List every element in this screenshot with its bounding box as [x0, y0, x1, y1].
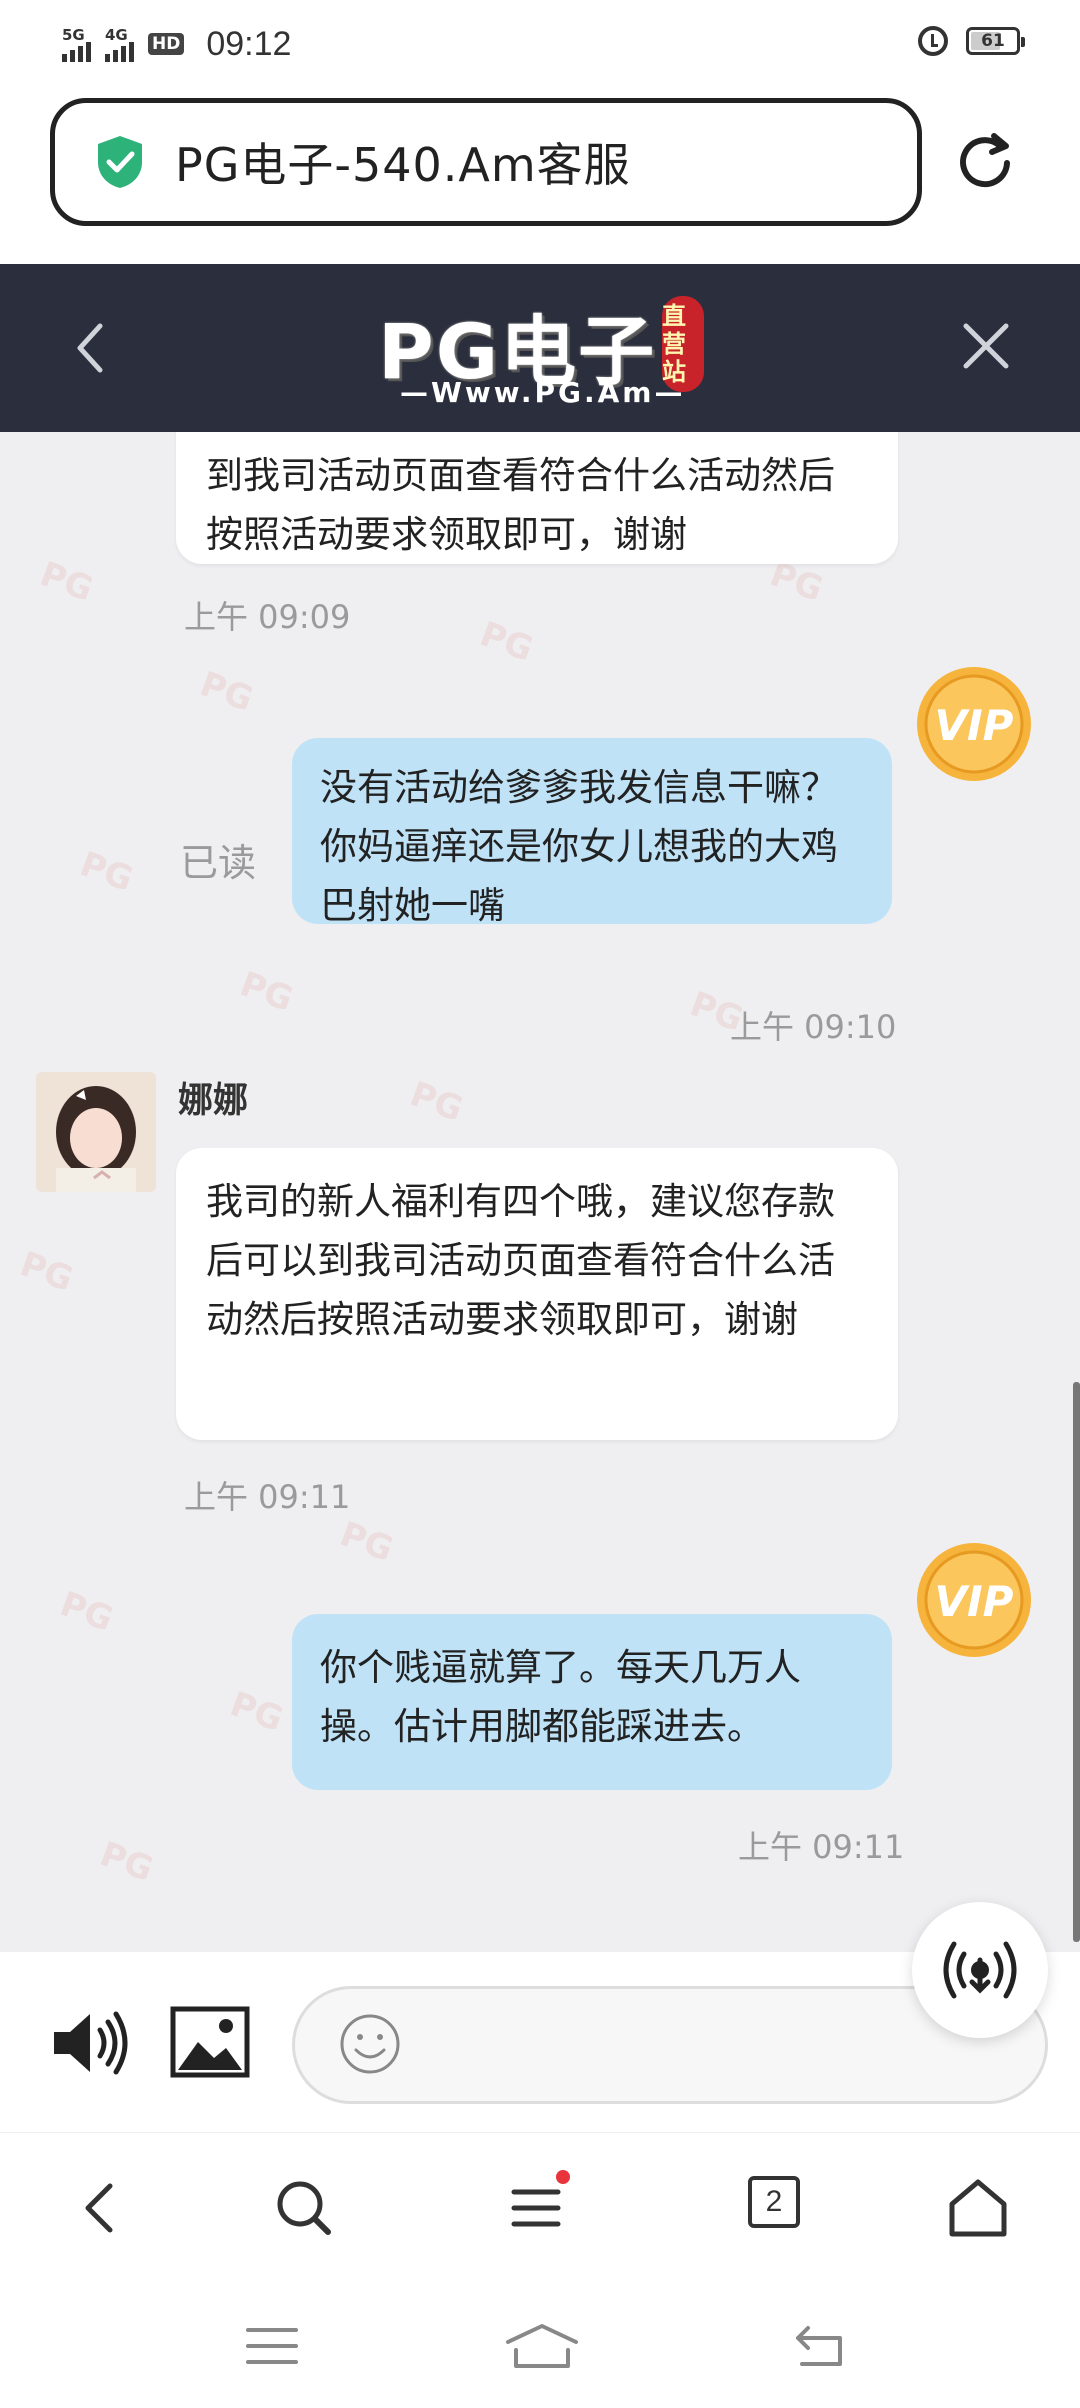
read-status: 已读 — [180, 841, 257, 885]
page-title: PG电子-540.Am客服 — [175, 138, 631, 192]
watermark: PG — [74, 844, 139, 900]
system-back-icon[interactable] — [790, 2320, 850, 2372]
image-icon[interactable] — [170, 2006, 250, 2078]
site-logo: PG电子 —Www.PG.Am— 直营站 — [370, 290, 710, 410]
menu-button[interactable] — [506, 2170, 570, 2240]
voice-wave-icon — [943, 1941, 1017, 1999]
message-bubble-outgoing[interactable]: 你个贱逼就算了。每天几万人操。估计用脚都能踩进去。 — [292, 1614, 892, 1790]
chevron-left-icon[interactable] — [70, 316, 110, 380]
refresh-icon[interactable] — [950, 128, 1020, 198]
voice-wave-button[interactable] — [912, 1902, 1048, 2038]
address-bar[interactable]: PG电子-540.Am客服 — [50, 98, 922, 226]
signal-4g-icon: 4G — [105, 26, 134, 62]
hd-voice-icon: HD — [148, 33, 185, 55]
battery-level: 61 — [981, 31, 1005, 51]
status-bar: 5G 4G HD 09:12 61 — [0, 0, 1080, 88]
watermark: PG — [54, 1584, 119, 1640]
tabs-button[interactable]: 2 — [748, 2176, 812, 2240]
message-bubble-incoming[interactable]: 我司的新人福利有四个哦，建议您存款后可以到我司活动页面查看符合什么活动然后按照活… — [176, 1148, 898, 1440]
logo-badge: 直营站 — [662, 296, 704, 392]
chat-area[interactable]: PG PG PG PG PG PG PG PG PG PG PG PG PG P… — [0, 432, 1080, 1952]
message-bubble-incoming[interactable]: 到我司活动页面查看符合什么活动然后按照活动要求领取即可，谢谢 — [176, 432, 898, 564]
close-icon[interactable] — [960, 320, 1012, 372]
watermark: PG — [194, 664, 259, 720]
recent-apps-icon[interactable] — [242, 2320, 302, 2372]
status-time: 09:12 — [206, 24, 292, 63]
message-time: 上午 09:10 — [730, 1008, 897, 1046]
signal-5g-icon: 5G — [62, 26, 91, 62]
message-time: 上午 09:11 — [184, 1478, 351, 1516]
notification-dot — [556, 2170, 570, 2184]
system-home-icon[interactable] — [504, 2320, 580, 2372]
watermark: PG — [404, 1074, 469, 1130]
phone-screen: 5G 4G HD 09:12 61 PG电子-540.Am客服 PG电子 —Ww… — [0, 0, 1080, 2408]
avatar[interactable] — [36, 1072, 156, 1192]
message-time: 上午 09:09 — [184, 598, 351, 636]
agent-name: 娜娜 — [178, 1081, 249, 1121]
site-header: PG电子 —Www.PG.Am— 直营站 — [0, 264, 1080, 432]
watermark: PG — [334, 1514, 399, 1570]
alarm-icon — [918, 26, 948, 56]
shield-check-icon — [98, 136, 142, 188]
home-icon[interactable] — [946, 2176, 1010, 2240]
speaker-icon[interactable] — [50, 2008, 130, 2078]
browser-address-area: PG电子-540.Am客服 — [0, 88, 1080, 264]
back-icon[interactable] — [70, 2176, 134, 2240]
hamburger-menu-icon — [511, 2189, 561, 2227]
tab-count: 2 — [748, 2176, 800, 2228]
vip-avatar-icon: VIP — [917, 1543, 1031, 1657]
svg-text:VIP: VIP — [935, 701, 1014, 750]
vip-avatar-icon: VIP — [917, 667, 1031, 781]
watermark: PG — [474, 614, 539, 670]
watermark: PG — [34, 554, 99, 610]
battery-icon: 61 — [966, 27, 1025, 55]
message-time: 上午 09:11 — [738, 1828, 905, 1866]
watermark: PG — [234, 964, 299, 1020]
watermark: PG — [224, 1684, 289, 1740]
message-bubble-outgoing[interactable]: 没有活动给爹爹我发信息干嘛？你妈逼痒还是你女儿想我的大鸡巴射她一嘴 — [292, 738, 892, 927]
svg-text:VIP: VIP — [935, 1577, 1014, 1626]
chat-scrollbar[interactable] — [1073, 1382, 1080, 1942]
watermark: PG — [14, 1244, 79, 1300]
watermark: PG — [94, 1834, 159, 1890]
emoji-icon[interactable] — [338, 2012, 402, 2076]
search-icon[interactable] — [272, 2176, 336, 2240]
